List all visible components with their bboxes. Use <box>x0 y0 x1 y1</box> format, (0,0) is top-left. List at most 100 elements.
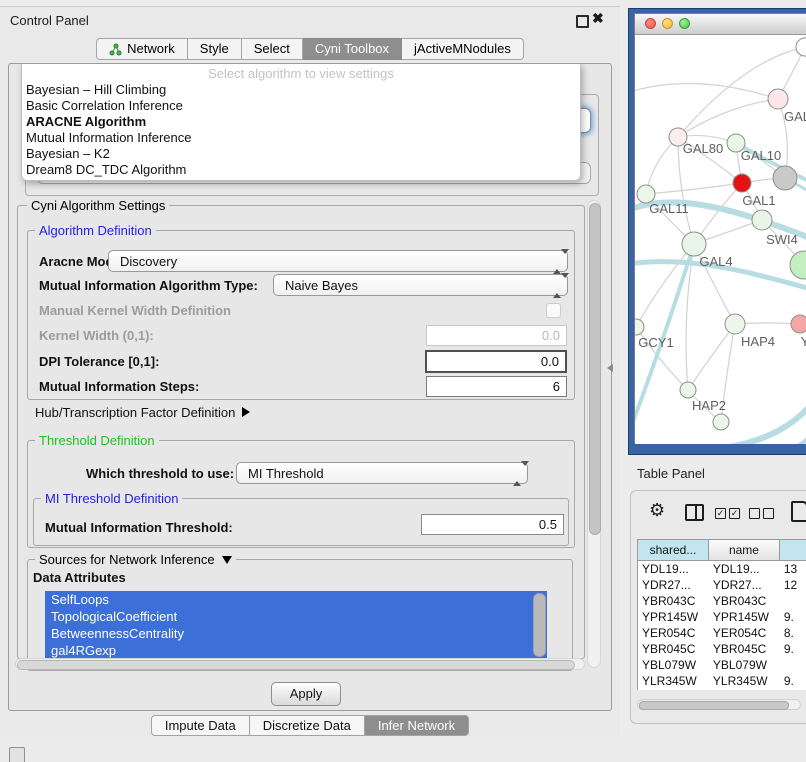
table-cell[interactable]: YPR145W <box>638 609 709 625</box>
network-node[interactable] <box>773 166 797 190</box>
table-cell[interactable]: YLR345W <box>709 673 780 689</box>
network-graph[interactable]: GALGAL80GAL10GAL1GAL11SWI4GAL4GCY1HAP4YH… <box>635 35 806 444</box>
data-attributes-list[interactable]: SelfLoopsTopologicalCoefficientBetweenne… <box>45 591 547 658</box>
table-cell[interactable]: YBL079W <box>709 657 780 673</box>
scrollbar-thumb[interactable] <box>17 660 575 670</box>
network-node-hap4[interactable] <box>725 314 745 334</box>
algorithm-option-aracne-algorithm[interactable]: ARACNE Algorithm <box>22 114 580 130</box>
network-edge[interactable] <box>729 400 806 444</box>
deselect-all-columns-icon[interactable] <box>749 508 774 526</box>
scrollbar-thumb[interactable] <box>639 701 789 710</box>
table-cell[interactable] <box>780 593 806 609</box>
export-table-icon[interactable] <box>791 501 806 522</box>
network-node-gal1[interactable] <box>733 174 751 192</box>
hub-definition-expander[interactable]: Hub/Transcription Factor Definition <box>35 405 250 420</box>
algorithm-option-bayesian-hill-climbing[interactable]: Bayesian – Hill Climbing <box>22 82 580 98</box>
network-node-gcy1[interactable] <box>635 319 644 335</box>
zoom-traffic-light[interactable] <box>679 18 690 29</box>
algorithm-option-mutual-information-inference[interactable]: Mutual Information Inference <box>22 130 580 146</box>
table-row[interactable]: YER054CYER054C8. <box>638 625 806 641</box>
network-node-swi4[interactable] <box>752 210 772 230</box>
panel-resize-grip[interactable] <box>607 364 613 372</box>
table-cell[interactable]: YDL19... <box>709 561 780 577</box>
float-window-icon[interactable] <box>576 15 589 28</box>
network-node-hap2[interactable] <box>680 382 696 398</box>
table-horizontal-scrollbar[interactable] <box>637 699 801 710</box>
table-cell[interactable]: YBR043C <box>709 593 780 609</box>
tab-infer-network[interactable]: Infer Network <box>365 715 469 736</box>
settings-horizontal-scrollbar[interactable] <box>15 658 585 670</box>
tab-network[interactable]: Network <box>96 38 188 60</box>
table-row[interactable]: YDL19...YDL19...13 <box>638 561 806 577</box>
table-cell[interactable]: YDR27... <box>638 577 709 593</box>
table-cell[interactable]: 9. <box>780 673 806 689</box>
settings-vertical-scrollbar[interactable] <box>587 200 601 668</box>
table-row[interactable]: YPR145WYPR145W9. <box>638 609 806 625</box>
table-cell[interactable]: 13 <box>780 561 806 577</box>
table-row[interactable]: YLR345WYLR345W9. <box>638 673 806 689</box>
table-cell[interactable]: 9. <box>780 641 806 657</box>
table-cell[interactable]: YBR045C <box>638 641 709 657</box>
table-row[interactable]: YBR043CYBR043C <box>638 593 806 609</box>
column-header-name[interactable]: name <box>709 540 780 561</box>
attribute-item-topologicalcoefficient[interactable]: TopologicalCoefficient <box>45 608 547 625</box>
tab-discretize-data[interactable]: Discretize Data <box>250 715 365 736</box>
split-view-icon[interactable] <box>685 504 704 521</box>
network-node[interactable] <box>713 414 729 430</box>
apply-button[interactable]: Apply <box>271 682 341 706</box>
network-node-gal[interactable] <box>768 89 788 109</box>
dock-panel-icon[interactable] <box>9 747 25 762</box>
network-node-gal4[interactable] <box>682 232 706 256</box>
dpi-tolerance-field[interactable]: 0.0 <box>425 350 567 373</box>
table-row[interactable]: YIL052CYIL052C9. <box>638 689 806 690</box>
tab-jactivemnodules[interactable]: jActiveMNodules <box>402 38 524 60</box>
algorithm-option-basic-correlation-inference[interactable]: Basic Correlation Inference <box>22 98 580 114</box>
attribute-item-selfloops[interactable]: SelfLoops <box>45 591 547 608</box>
tab-style[interactable]: Style <box>188 38 242 60</box>
table-cell[interactable]: YBR043C <box>638 593 709 609</box>
mi-type-combobox[interactable]: Naive Bayes <box>273 274 568 296</box>
kernel-width-field[interactable]: 0.0 <box>426 325 567 346</box>
table-cell[interactable]: YER054C <box>638 625 709 641</box>
mi-steps-field[interactable]: 6 <box>426 376 567 397</box>
table-cell[interactable]: YLR345W <box>638 673 709 689</box>
table-cell[interactable]: YBR045C <box>709 641 780 657</box>
minimize-traffic-light[interactable] <box>662 18 673 29</box>
column-header-shared[interactable]: shared... <box>638 540 709 561</box>
attributes-scrollbar[interactable] <box>533 593 546 657</box>
mi-threshold-field[interactable]: 0.5 <box>421 514 564 535</box>
tab-select[interactable]: Select <box>242 38 303 60</box>
network-canvas[interactable]: GALGAL80GAL10GAL1GAL11SWI4GAL4GCY1HAP4YH… <box>635 35 806 444</box>
table-cell[interactable]: 9. <box>780 689 806 690</box>
tab-cyni-toolbox[interactable]: Cyni Toolbox <box>303 38 402 60</box>
table-cell[interactable]: YIL052C <box>709 689 780 690</box>
sources-expander[interactable]: Sources for Network Inference <box>35 552 236 567</box>
table-row[interactable]: YDR27...YDR27...12 <box>638 577 806 593</box>
table-cell[interactable]: YDR27... <box>709 577 780 593</box>
table-cell[interactable]: YBL079W <box>638 657 709 673</box>
table-cell[interactable]: 8. <box>780 625 806 641</box>
table-cell[interactable]: YPR145W <box>709 609 780 625</box>
algorithm-option-dream8-dc-tdc-algorithm[interactable]: Dream8 DC_TDC Algorithm <box>22 162 580 178</box>
aracne-mode-combobox[interactable]: Discovery <box>108 250 568 272</box>
network-node[interactable] <box>796 38 806 56</box>
algorithm-option-bayesian-k2[interactable]: Bayesian – K2 <box>22 146 580 162</box>
scrollbar-thumb[interactable] <box>589 203 601 535</box>
table-cell[interactable]: 9. <box>780 609 806 625</box>
table-cell[interactable]: YIL052C <box>638 689 709 690</box>
which-threshold-combobox[interactable]: MI Threshold <box>236 462 528 484</box>
network-titlebar[interactable] <box>635 14 806 35</box>
select-all-columns-icon[interactable]: ✓✓ <box>715 508 740 526</box>
close-traffic-light[interactable] <box>645 18 656 29</box>
manual-kernel-checkbox[interactable] <box>546 303 561 318</box>
table-cell[interactable]: 12 <box>780 577 806 593</box>
table-cell[interactable] <box>780 657 806 673</box>
table-row[interactable]: YBL079WYBL079W <box>638 657 806 673</box>
close-icon[interactable]: ✖ <box>592 10 604 27</box>
attribute-item-gal4rgexp[interactable]: gal4RGexp <box>45 642 547 658</box>
gear-icon[interactable]: ⚙ <box>649 500 665 521</box>
column-header-col2[interactable] <box>780 540 806 561</box>
network-node-y[interactable] <box>791 315 806 333</box>
table-cell[interactable]: YDL19... <box>638 561 709 577</box>
table-cell[interactable]: YER054C <box>709 625 780 641</box>
